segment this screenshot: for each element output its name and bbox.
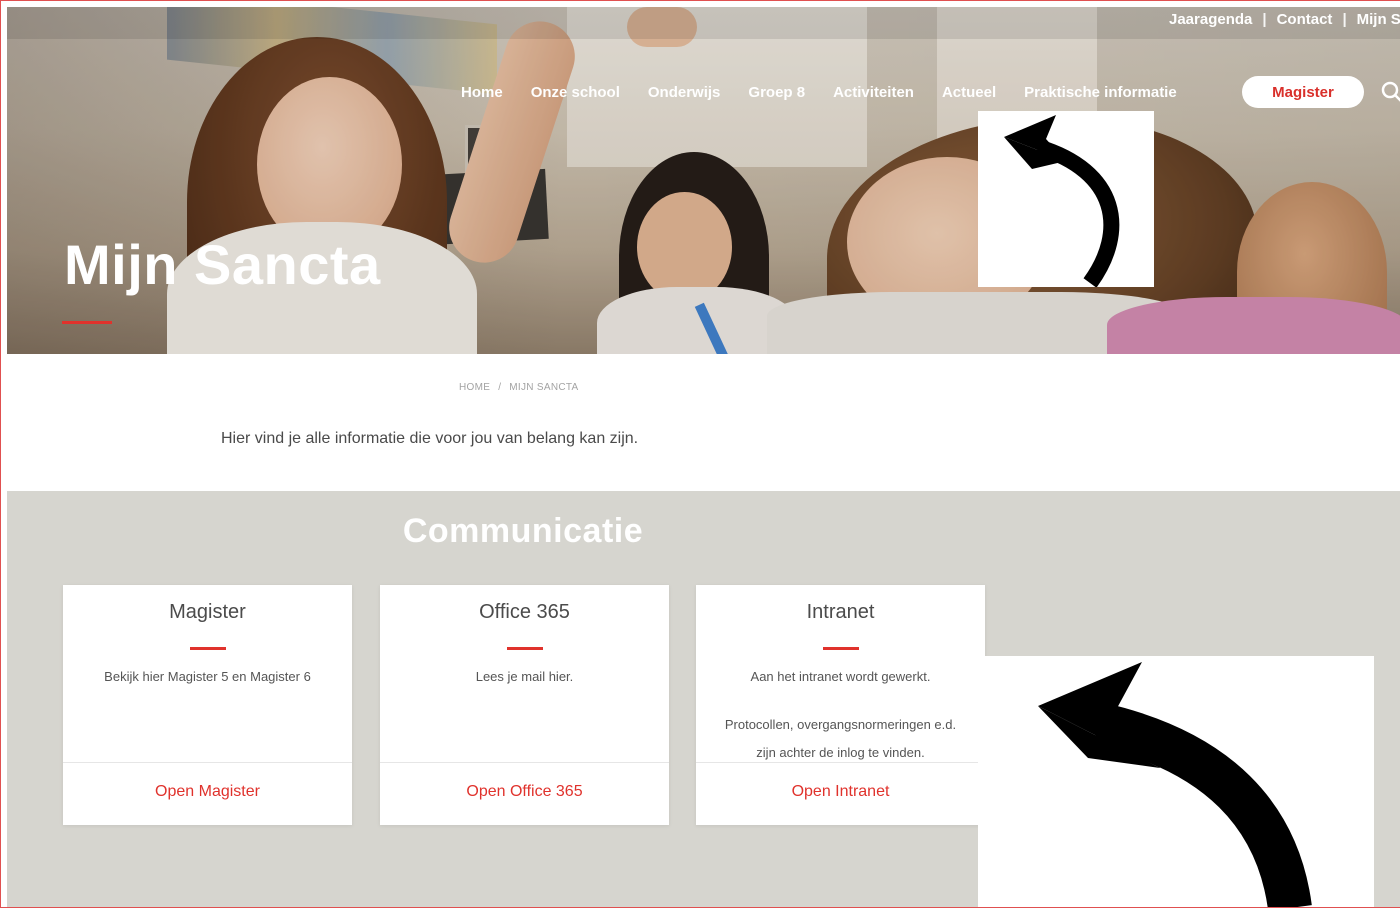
card-text-line: Protocollen, overgangsnormeringen e.d. xyxy=(724,717,957,732)
nav-item-groep-8[interactable]: Groep 8 xyxy=(748,84,805,101)
section-title: Communicatie xyxy=(402,512,644,550)
nav-item-home[interactable]: Home xyxy=(461,84,503,101)
utility-separator: | xyxy=(1342,11,1347,28)
card-title: Magister xyxy=(169,601,246,623)
curved-arrow-icon xyxy=(978,656,1374,908)
hero-image xyxy=(7,7,1400,354)
page-title: Mijn Sancta xyxy=(64,233,381,296)
breadcrumb-current: MIJN SANCTA xyxy=(509,382,579,393)
card-text: Aan het intranet wordt gewerkt. Protocol… xyxy=(708,663,973,767)
card-accent-line xyxy=(506,647,543,650)
utility-link-jaaragenda[interactable]: Jaaragenda xyxy=(1169,11,1252,28)
nav-item-activiteiten[interactable]: Activiteiten xyxy=(833,84,914,101)
utility-link-contact[interactable]: Contact xyxy=(1277,11,1333,28)
nav-item-praktische-informatie[interactable]: Praktische informatie xyxy=(1024,84,1177,101)
nav-item-onze-school[interactable]: Onze school xyxy=(531,84,620,101)
intro-text: Hier vind je alle informatie die voor jo… xyxy=(221,430,639,447)
card-title: Office 365 xyxy=(479,601,570,623)
card-text-line: Bekijk hier Magister 5 en Magister 6 xyxy=(104,669,311,684)
card-text: Bekijk hier Magister 5 en Magister 6 xyxy=(75,663,340,691)
card-accent-line xyxy=(822,647,859,650)
card-magister: Magister Bekijk hier Magister 5 en Magis… xyxy=(63,585,352,825)
breadcrumb-home[interactable]: HOME xyxy=(459,382,490,393)
nav-item-onderwijs[interactable]: Onderwijs xyxy=(648,84,721,101)
curved-arrow-icon xyxy=(978,111,1154,287)
card-text-line: Lees je mail hier. xyxy=(475,669,574,684)
utility-separator: | xyxy=(1262,11,1267,28)
card-text: Lees je mail hier. xyxy=(392,663,657,691)
card-text-line: Aan het intranet wordt gewerkt. xyxy=(750,669,931,684)
card-title: Intranet xyxy=(806,601,875,623)
card-divider xyxy=(380,762,669,763)
nav-item-actueel[interactable]: Actueel xyxy=(942,84,996,101)
breadcrumb: HOME / MIJN SANCTA xyxy=(459,382,579,393)
card-accent-line xyxy=(189,647,226,650)
open-magister-link[interactable]: Open Magister xyxy=(63,783,352,801)
open-intranet-link[interactable]: Open Intranet xyxy=(696,783,985,801)
title-underline xyxy=(62,321,112,324)
card-intranet: Intranet Aan het intranet wordt gewerkt.… xyxy=(696,585,985,825)
card-office-365: Office 365 Lees je mail hier. Open Offic… xyxy=(380,585,669,825)
magister-button[interactable]: Magister xyxy=(1242,76,1364,108)
breadcrumb-separator: / xyxy=(498,382,502,393)
card-divider xyxy=(63,762,352,763)
card-divider xyxy=(696,762,985,763)
utility-link-mijn-sancta[interactable]: Mijn Sancta xyxy=(1357,11,1400,28)
search-icon[interactable] xyxy=(1380,80,1400,104)
open-office-365-link[interactable]: Open Office 365 xyxy=(380,783,669,801)
main-nav: Home Onze school Onderwijs Groep 8 Activ… xyxy=(461,76,1205,108)
utility-nav: Jaaragenda | Contact | Mijn Sancta xyxy=(1169,11,1400,28)
